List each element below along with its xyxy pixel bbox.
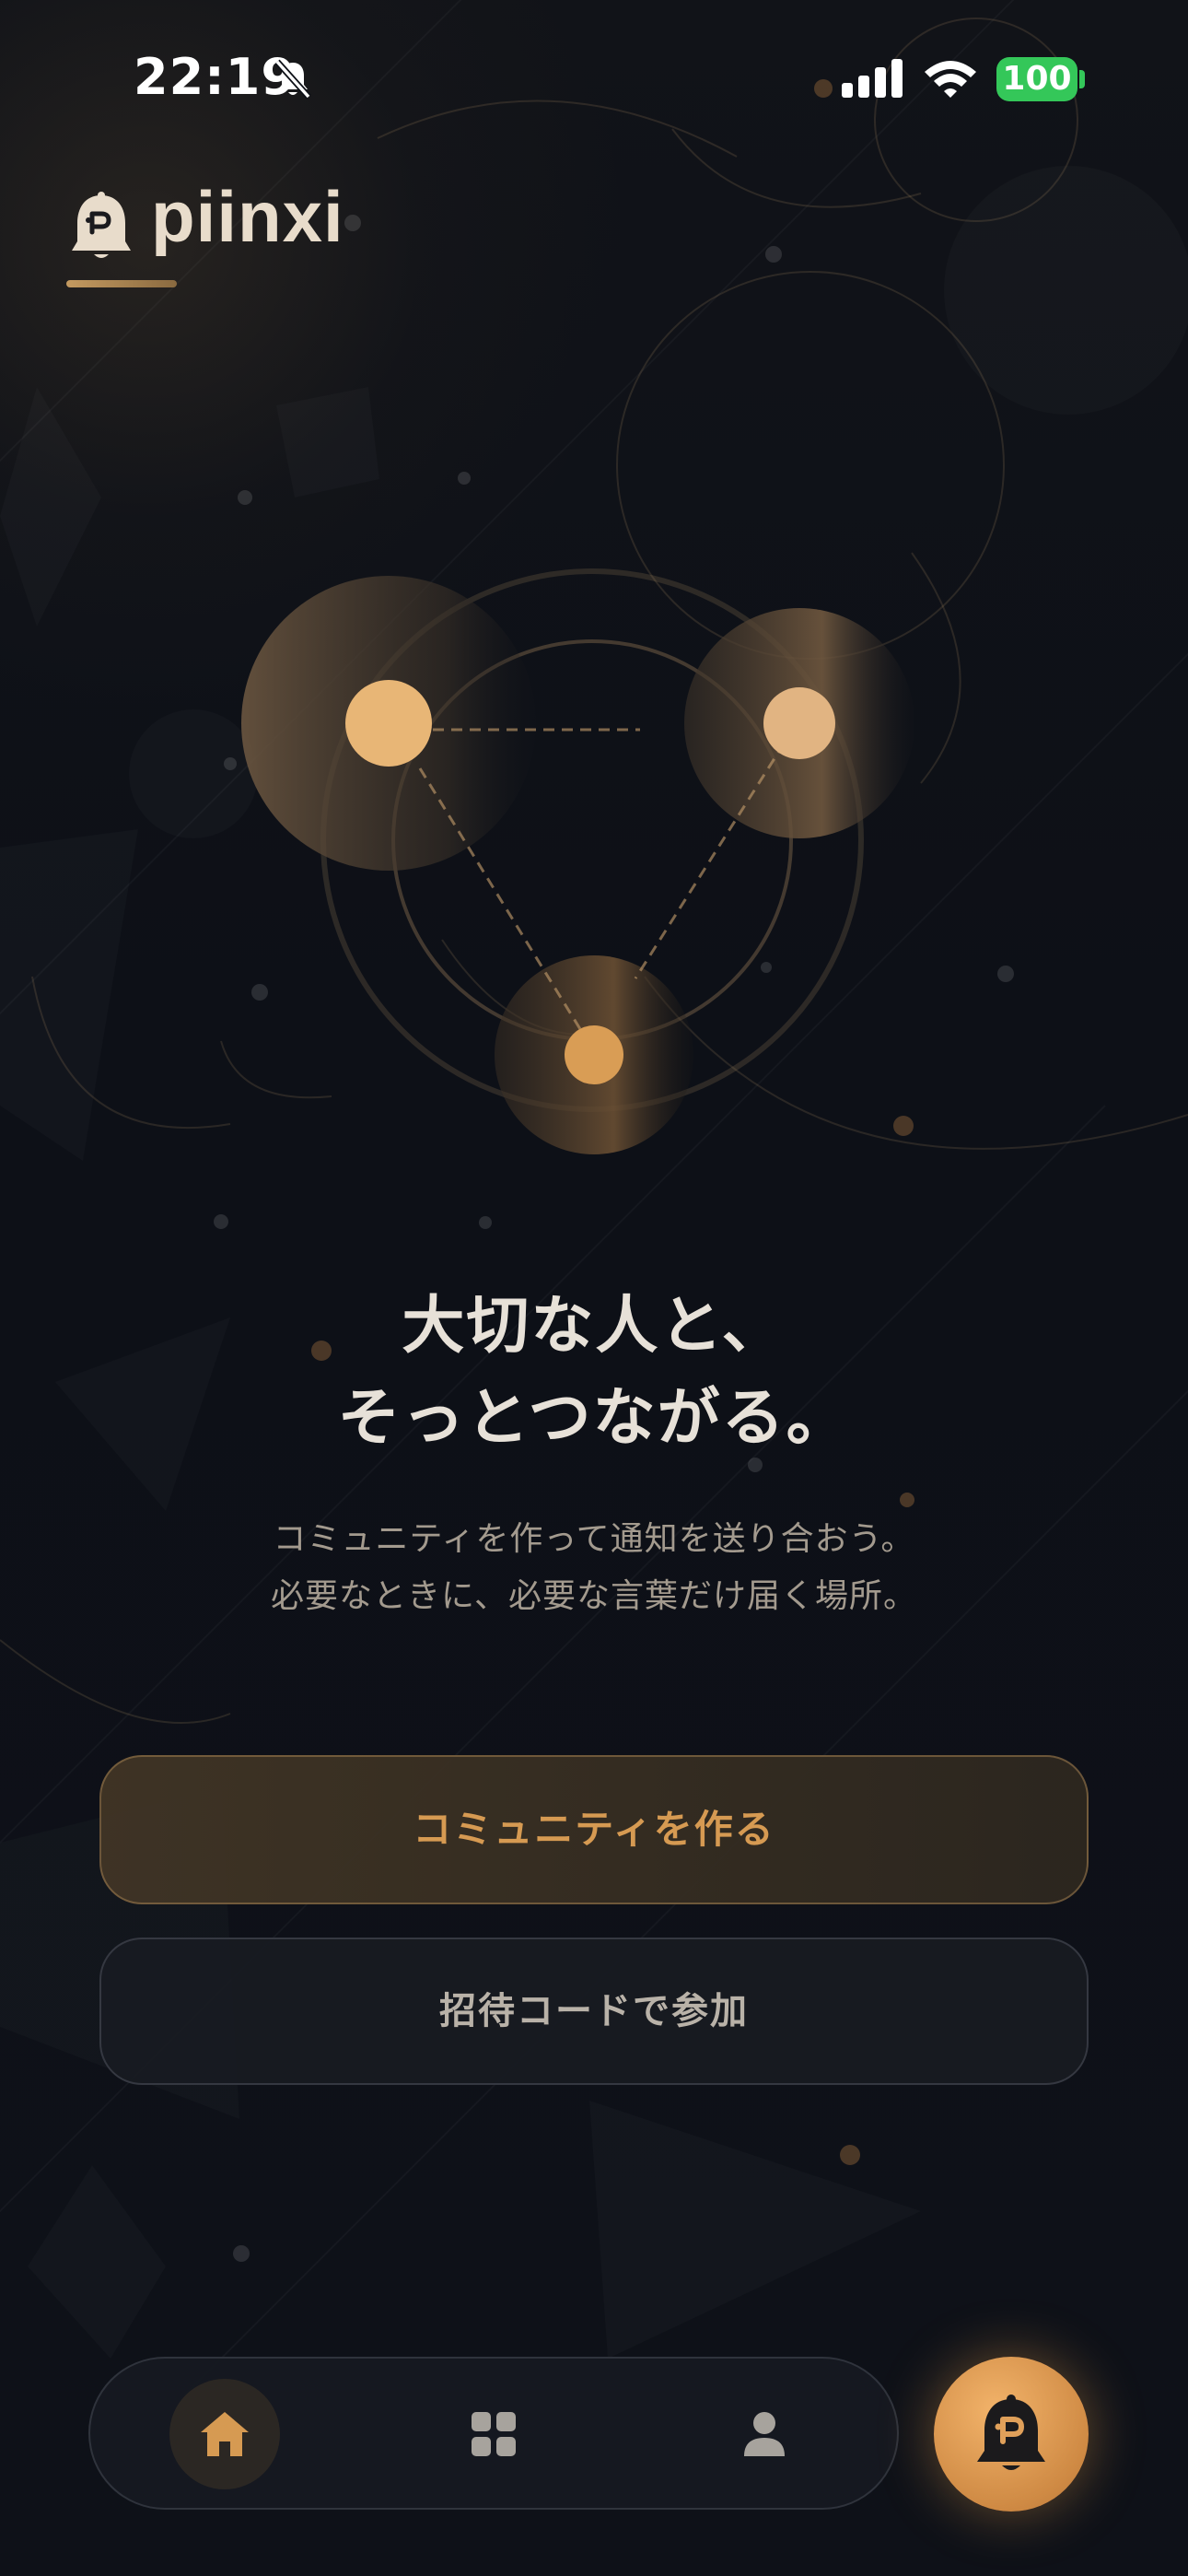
- nav-home-tab[interactable]: [169, 2379, 280, 2489]
- connection-illustration: [241, 568, 914, 1154]
- wifi-icon: [925, 61, 976, 98]
- person-icon: [744, 2412, 785, 2456]
- battery-icon: 100: [996, 57, 1077, 101]
- description-line-2: 必要なときに、必要な言葉だけ届く場所。: [271, 1577, 917, 1615]
- create-community-button[interactable]: コミュニティを作る: [99, 1755, 1089, 1904]
- app-screen: 22:19 100 piinxi 大切な人と、 そっとつながる。 コミュニティを…: [0, 0, 1188, 2576]
- notify-fab-button[interactable]: [934, 2357, 1089, 2512]
- battery-tip: [1079, 70, 1085, 88]
- nav-grid-tab[interactable]: [438, 2379, 549, 2489]
- brand-header: piinxi: [66, 175, 370, 295]
- brand-underline: [66, 280, 177, 287]
- description-line-1: コミュニティを作って通知を送り合おう。: [273, 1520, 915, 1558]
- bell-slash-icon: [274, 59, 311, 100]
- join-with-invite-code-button[interactable]: 招待コードで参加: [99, 1938, 1089, 2085]
- status-bar: 22:19 100: [0, 0, 1188, 157]
- hero-headline: 大切な人と、 そっとつながる。: [0, 1281, 1188, 1465]
- headline-line-2: そっとつながる。: [337, 1382, 851, 1455]
- ghost-bell-icon: [72, 192, 131, 258]
- nav-profile-tab[interactable]: [709, 2379, 820, 2489]
- ghost-bell-icon: [977, 2395, 1045, 2470]
- bottom-nav-bar: [88, 2357, 899, 2510]
- headline-line-1: 大切な人と、: [402, 1290, 786, 1363]
- home-icon: [201, 2412, 249, 2456]
- brand-name: piinxi: [151, 176, 344, 257]
- grid-icon: [472, 2412, 516, 2456]
- cellular-signal-icon: [842, 59, 903, 98]
- hero-description: コミュニティを作って通知を送り合おう。 必要なときに、必要な言葉だけ届く場所。: [0, 1511, 1188, 1625]
